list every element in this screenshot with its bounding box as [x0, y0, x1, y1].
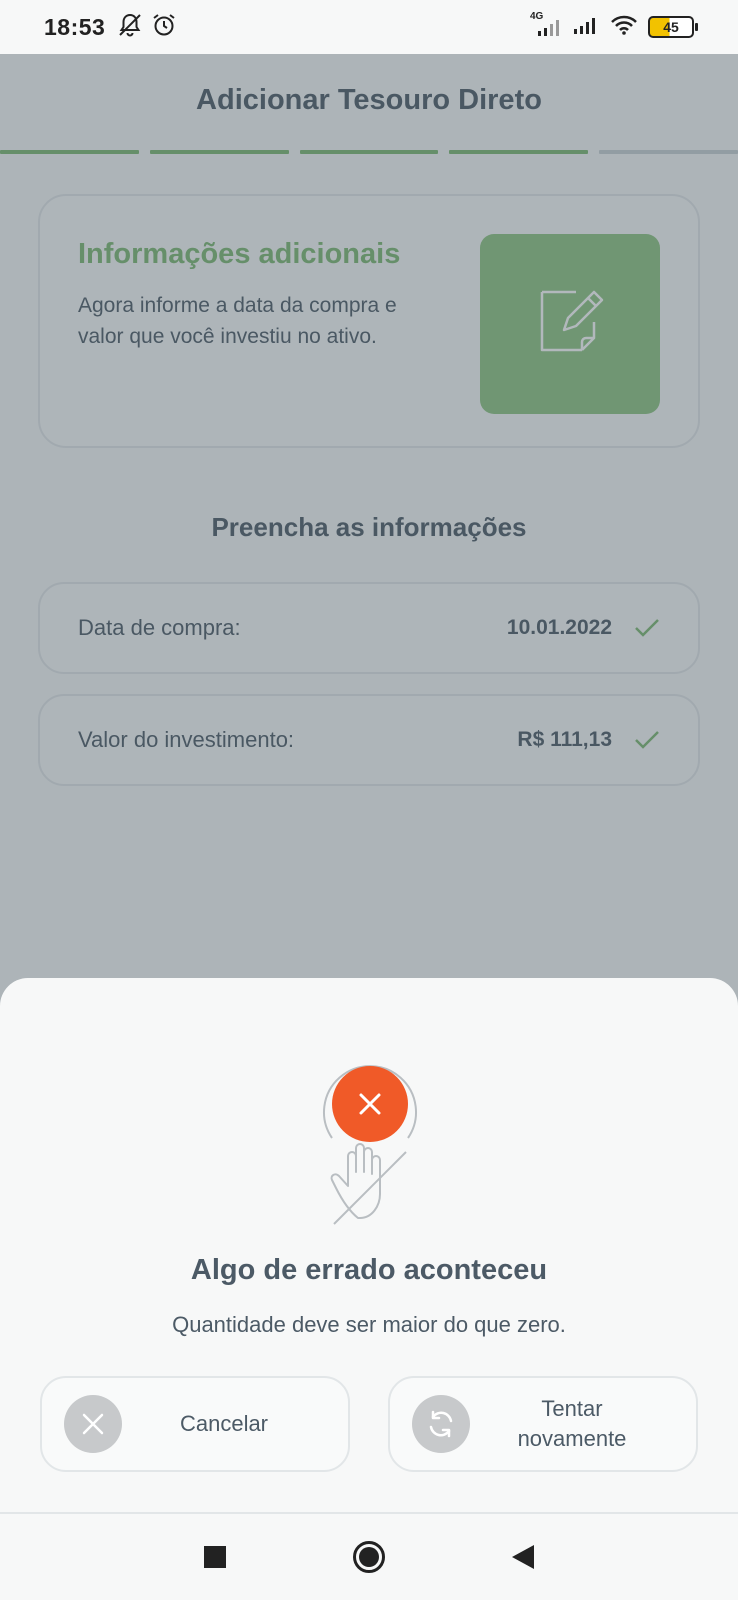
cancel-label: Cancelar: [179, 1411, 269, 1436]
error-message: Quantidade deve ser maior do que zero.: [172, 1312, 566, 1337]
refresh-icon: [412, 1395, 470, 1453]
error-title: Algo de errado aconteceu: [190, 1254, 548, 1286]
battery-icon: 45: [648, 16, 698, 38]
recents-button[interactable]: [193, 1535, 237, 1579]
wifi-icon: [610, 14, 638, 41]
home-button[interactable]: [347, 1535, 391, 1579]
status-bar: 18:53 4G 45: [0, 0, 738, 54]
alarm-icon: [151, 12, 177, 43]
system-nav-bar: [0, 1514, 738, 1600]
signal-4g-icon: 4G: [530, 11, 562, 37]
status-time: 18:53: [44, 13, 106, 40]
network-label: 4G: [530, 11, 544, 22]
close-icon: [64, 1395, 122, 1453]
bell-off-icon: [117, 12, 143, 43]
retry-label: Tentar novamente: [517, 1396, 627, 1451]
error-bottom-sheet: Algo de errado aconteceu Quantidade deve…: [0, 978, 738, 1514]
cancel-button[interactable]: Cancelar: [40, 1376, 350, 1472]
battery-level: 45: [663, 19, 679, 35]
signal-icon: [572, 15, 600, 40]
back-button[interactable]: [501, 1535, 545, 1579]
retry-button[interactable]: Tentar novamente: [388, 1376, 698, 1472]
error-illustration: [310, 1048, 430, 1228]
